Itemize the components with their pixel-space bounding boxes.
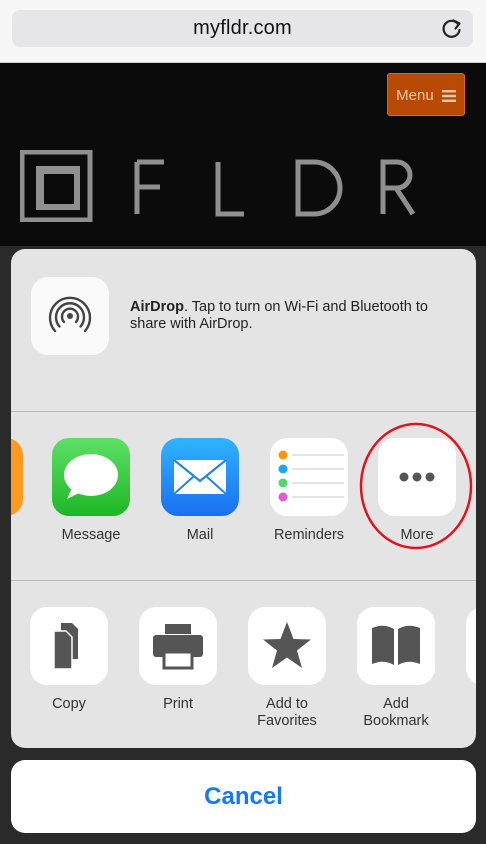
message-icon bbox=[52, 438, 130, 516]
mail-icon bbox=[161, 438, 239, 516]
share-sheet: AirDrop. Tap to turn on Wi-Fi and Blueto… bbox=[11, 249, 476, 748]
hamburger-icon bbox=[441, 90, 456, 103]
action-label: Re bbox=[450, 713, 476, 730]
fldr-logo bbox=[20, 150, 416, 222]
cancel-button[interactable]: Cancel bbox=[11, 760, 476, 833]
share-app-label: to bbox=[11, 527, 39, 544]
airdrop-description: AirDrop. Tap to turn on Wi-Fi and Blueto… bbox=[130, 299, 460, 333]
bookmark-icon bbox=[357, 607, 435, 685]
share-app-label: Mail bbox=[186, 527, 214, 543]
print-icon bbox=[139, 607, 217, 685]
share-app-label: Reminders bbox=[273, 527, 345, 543]
url-text: myfldr.com bbox=[193, 17, 292, 39]
highlight-circle bbox=[359, 422, 473, 550]
reading-list-icon bbox=[466, 607, 476, 685]
star-icon bbox=[248, 607, 326, 685]
share-app-label: Message bbox=[61, 527, 121, 543]
action-label: Add Bookmark bbox=[363, 696, 429, 729]
copy-icon bbox=[30, 607, 108, 685]
site-menu-button[interactable]: Menu bbox=[387, 73, 465, 116]
reload-icon[interactable] bbox=[441, 18, 463, 40]
share-apps-row: to Message Mail bbox=[11, 412, 476, 580]
reminders-icon bbox=[270, 438, 348, 516]
share-actions-row: Copy Print Add to Favorites Add Bookmark bbox=[11, 581, 476, 748]
browser-toolbar: myfldr.com bbox=[0, 0, 486, 63]
airdrop-section[interactable]: AirDrop. Tap to turn on Wi-Fi and Blueto… bbox=[11, 249, 476, 411]
address-bar[interactable]: myfldr.com bbox=[12, 10, 473, 47]
airdrop-icon bbox=[31, 277, 109, 355]
action-label: Add to Favorites bbox=[257, 696, 317, 729]
photo-app-icon bbox=[11, 438, 23, 516]
airdrop-title: AirDrop bbox=[130, 299, 184, 315]
site-menu-label: Menu bbox=[396, 87, 434, 104]
action-label: Print bbox=[163, 696, 193, 712]
action-label: Copy bbox=[52, 696, 86, 712]
